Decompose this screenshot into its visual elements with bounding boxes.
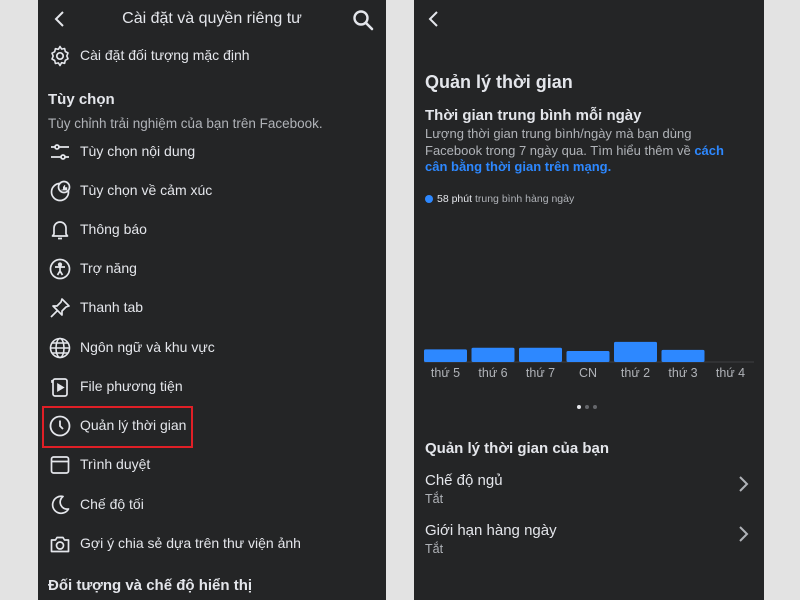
legend-value: 58 phút	[437, 193, 473, 205]
chart-x-tick-label: thứ 2	[621, 366, 650, 380]
chart-x-tick-label: CN	[579, 366, 597, 380]
sidebar-item-photo-sharing-suggestions[interactable]: Gợi ý chia sẻ dựa trên thư viện ảnh	[38, 526, 386, 562]
section-subtitle: Tùy chỉnh trải nghiệm của bạn trên Faceb…	[48, 116, 323, 131]
gear-icon	[51, 45, 69, 67]
item-label: Tùy chọn về cảm xúc	[80, 182, 213, 198]
daily-limit-setting[interactable]: Giới hạn hàng ngày Tắt	[414, 522, 764, 562]
item-label: File phương tiện	[80, 378, 183, 394]
item-label: Trình duyệt	[80, 456, 151, 472]
setting-title: Giới hạn hàng ngày	[425, 522, 557, 539]
search-icon[interactable]	[352, 9, 374, 31]
chart-bar[interactable]	[661, 349, 705, 362]
reaction-icon	[50, 180, 71, 202]
pager-dot	[593, 405, 597, 409]
chart-x-tick-label: thứ 7	[526, 366, 555, 380]
learn-more-link-continued[interactable]: cân bằng thời gian trên mạng.	[425, 159, 611, 174]
chevron-right-icon	[739, 526, 749, 542]
chevron-right-icon	[739, 476, 749, 492]
chart-bar[interactable]	[471, 347, 515, 362]
pager-dot	[585, 405, 589, 409]
item-label: Tùy chọn nội dung	[80, 143, 196, 159]
chart-bar[interactable]	[614, 341, 657, 362]
sleep-mode-setting[interactable]: Chế độ ngủ Tắt	[414, 472, 764, 512]
browser-icon	[50, 456, 70, 474]
time-management-screen: Quản lý thời gian Thời gian trung bình m…	[414, 0, 764, 600]
chart-bar[interactable]	[566, 351, 610, 362]
chart-x-tick-label: thứ 6	[478, 366, 507, 380]
section-subtitle: Thời gian trung bình mỗi ngày	[425, 107, 642, 124]
section-title-preferences: Tùy chọn	[48, 91, 115, 108]
item-label: Gợi ý chia sẻ dựa trên thư viện ảnh	[80, 535, 301, 551]
sliders-icon	[51, 144, 69, 160]
description: Lượng thời gian trung bình/ngày mà bạn d…	[425, 126, 755, 176]
globe-icon	[49, 337, 71, 359]
chart-x-tick-label: thứ 4	[716, 366, 745, 380]
section-title-manage-time: Quản lý thời gian của bạn	[425, 440, 610, 457]
section-title-audience: Đối tượng và chế độ hiển thị	[48, 577, 253, 594]
chart-legend: 58 phút trung bình hàng ngày	[425, 193, 574, 205]
chart-x-tick-label: thứ 3	[668, 366, 697, 380]
setting-status: Tắt	[425, 542, 444, 556]
pin-icon	[50, 298, 70, 318]
sidebar-item-content-preferences[interactable]: Tùy chọn nội dung	[38, 134, 386, 170]
sidebar-item-media-files[interactable]: File phương tiện	[38, 369, 386, 405]
accessibility-icon	[49, 258, 71, 280]
sidebar-item-browser[interactable]: Trình duyệt	[38, 447, 386, 483]
item-label: Trợ năng	[80, 260, 137, 276]
bell-icon	[51, 221, 69, 240]
header: Cài đặt và quyền riêng tư	[38, 0, 386, 38]
page-title: Quản lý thời gian	[425, 72, 573, 92]
camera-icon	[50, 536, 70, 553]
sidebar-item-tab-bar[interactable]: Thanh tab	[38, 290, 386, 326]
highlight-box	[42, 406, 193, 448]
page-title: Cài đặt và quyền riêng tư	[122, 10, 302, 27]
legend-text: trung bình hàng ngày	[474, 193, 575, 205]
back-arrow-icon[interactable]	[424, 9, 444, 29]
item-label: Cài đặt đối tượng mặc định	[80, 47, 250, 63]
setting-title: Chế độ ngủ	[425, 472, 503, 489]
description-line: Lượng thời gian trung bình/ngày mà bạn d…	[425, 126, 692, 141]
usage-bar-chart: thứ 5 thứ 6 thứ 7 CN thứ 2 thứ 3 thứ 4	[424, 341, 754, 380]
item-label: Thanh tab	[80, 299, 144, 315]
chart-bar[interactable]	[519, 347, 562, 362]
chart-bar[interactable]	[424, 349, 467, 362]
default-audience-settings-item[interactable]: Cài đặt đối tượng mặc định	[38, 38, 386, 74]
media-file-icon	[51, 378, 68, 397]
chart-x-tick-label: thứ 5	[431, 366, 460, 380]
description-line: Facebook trong 7 ngày qua. Tìm hiểu thêm…	[425, 142, 695, 158]
setting-status: Tắt	[425, 492, 444, 506]
sidebar-item-notifications[interactable]: Thông báo	[38, 212, 386, 248]
learn-more-link[interactable]: cách	[694, 143, 724, 158]
sidebar-item-accessibility[interactable]: Trợ năng	[38, 251, 386, 287]
sidebar-item-reaction-preferences[interactable]: Tùy chọn về cảm xúc	[38, 173, 386, 209]
settings-privacy-screen: Cài đặt và quyền riêng tư Cài đặt đối tư…	[38, 0, 386, 600]
pager-dots[interactable]	[577, 396, 601, 414]
item-label: Chế độ tối	[80, 496, 144, 512]
moon-icon	[51, 495, 70, 515]
sidebar-item-language-region[interactable]: Ngôn ngữ và khu vực	[38, 330, 386, 366]
legend-dot	[425, 195, 433, 204]
sidebar-item-dark-mode[interactable]: Chế độ tối	[38, 487, 386, 523]
item-label: Thông báo	[80, 221, 147, 237]
pager-dot	[577, 405, 581, 409]
item-label: Ngôn ngữ và khu vực	[80, 339, 215, 355]
